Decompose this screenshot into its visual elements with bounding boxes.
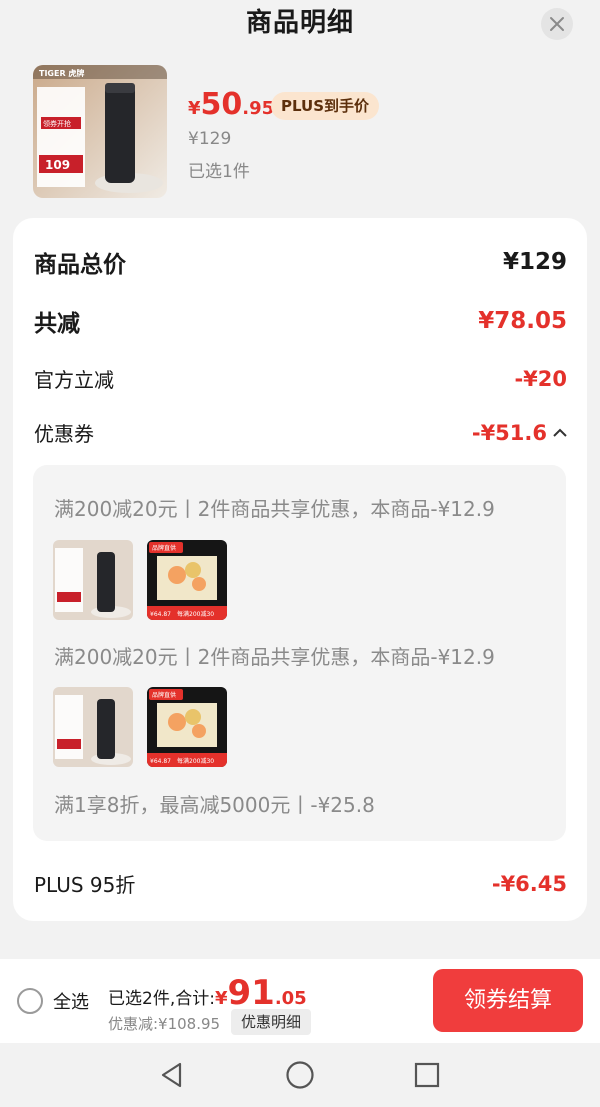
sheet-header: 商品明细: [0, 0, 600, 50]
product-summary: TIGER 虎牌 领券开抢 109 ¥ 50 .95 PLUS到手价 ¥129 …: [33, 65, 573, 200]
discount-summary: 优惠减:¥108.95: [108, 1015, 221, 1033]
back-triangle-icon: [161, 1062, 182, 1088]
svg-text:每满200减30: 每满200减30: [177, 757, 214, 765]
home-circle-icon: [286, 1061, 314, 1089]
coupon-product-thumb-2: 品牌直供 ¥64.87 每满200减30: [147, 687, 227, 767]
total-reduce-row: 共减 ¥78.05: [34, 304, 567, 338]
select-all-label[interactable]: 全选: [53, 988, 89, 1014]
chevron-up-icon[interactable]: [553, 428, 567, 438]
coupon-product-thumb-1: [53, 540, 133, 620]
total-reduce-label: 共减: [34, 311, 80, 337]
checkout-bar: 全选 已选2件,合计: ¥ 91 .05 优惠减:¥108.95 优惠明细 领券…: [0, 959, 600, 1043]
coupon-detail-text: 满200减20元丨2件商品共享优惠，本商品-¥12.9: [54, 497, 495, 521]
coupon-detail-text: 满1享8折，最高减5000元丨-¥25.8: [54, 793, 375, 817]
back-button[interactable]: [156, 1059, 188, 1091]
svg-text:品牌直供: 品牌直供: [152, 691, 176, 699]
svg-text:每满200减30: 每满200减30: [177, 610, 214, 618]
original-price: ¥129: [188, 129, 232, 149]
brand-logo-text: TIGER 虎牌: [39, 68, 84, 78]
select-all-radio[interactable]: [17, 988, 43, 1014]
close-icon: [550, 17, 564, 31]
checkout-button[interactable]: 领券结算: [433, 969, 583, 1032]
discount-details-button[interactable]: 优惠明细: [231, 1009, 312, 1035]
svg-text:领券开抢: 领券开抢: [43, 119, 71, 128]
home-button[interactable]: [284, 1059, 316, 1091]
official-discount-value: -¥20: [514, 366, 567, 391]
svg-text:¥64.87: ¥64.87: [150, 611, 171, 618]
coupon-detail-text: 满200减20元丨2件商品共享优惠，本商品-¥12.9: [54, 645, 495, 669]
total-price-row: 商品总价 ¥129: [34, 245, 567, 279]
official-discount-row: 官方立减 -¥20: [34, 364, 567, 393]
coupon-label: 优惠券: [34, 422, 94, 446]
coupon-details-panel: 满200减20元丨2件商品共享优惠，本商品-¥12.9 品牌直供 ¥64.87: [33, 465, 566, 841]
product-price: ¥ 50 .95: [188, 87, 275, 122]
total-amount: 91: [227, 973, 275, 1013]
plus-discount-value: -¥6.45: [491, 871, 567, 896]
coupon-row[interactable]: 优惠券 -¥51.6: [34, 418, 567, 447]
selected-quantity: 已选1件: [188, 162, 250, 182]
svg-text:品牌直供: 品牌直供: [152, 544, 176, 552]
system-nav-bar: [0, 1043, 600, 1107]
total-price-label: 商品总价: [34, 252, 126, 278]
price-breakdown-card: 商品总价 ¥129 共减 ¥78.05 官方立减 -¥20 优惠券 -¥51.6…: [13, 218, 587, 921]
sheet-title: 商品明细: [245, 8, 354, 38]
recents-square-icon: [414, 1062, 440, 1088]
coupon-product-thumb-2: 品牌直供 ¥64.87 每满200减30: [147, 540, 227, 620]
svg-text:109: 109: [45, 158, 70, 172]
product-image[interactable]: TIGER 虎牌 领券开抢 109: [33, 65, 167, 198]
total-summary: 已选2件,合计: ¥ 91 .05: [108, 973, 307, 1013]
close-button[interactable]: [541, 8, 573, 40]
plus-price-badge: PLUS到手价: [271, 92, 380, 120]
coupon-product-thumb-1: [53, 687, 133, 767]
coupon-value: -¥51.6: [471, 420, 547, 445]
total-reduce-value: ¥78.05: [478, 308, 567, 334]
official-discount-label: 官方立减: [34, 368, 114, 392]
svg-text:¥64.87: ¥64.87: [150, 758, 171, 765]
recents-button[interactable]: [411, 1059, 443, 1091]
plus-discount-row: PLUS 95折 -¥6.45: [34, 869, 567, 898]
plus-discount-label: PLUS 95折: [34, 873, 136, 897]
total-price-value: ¥129: [502, 249, 567, 275]
